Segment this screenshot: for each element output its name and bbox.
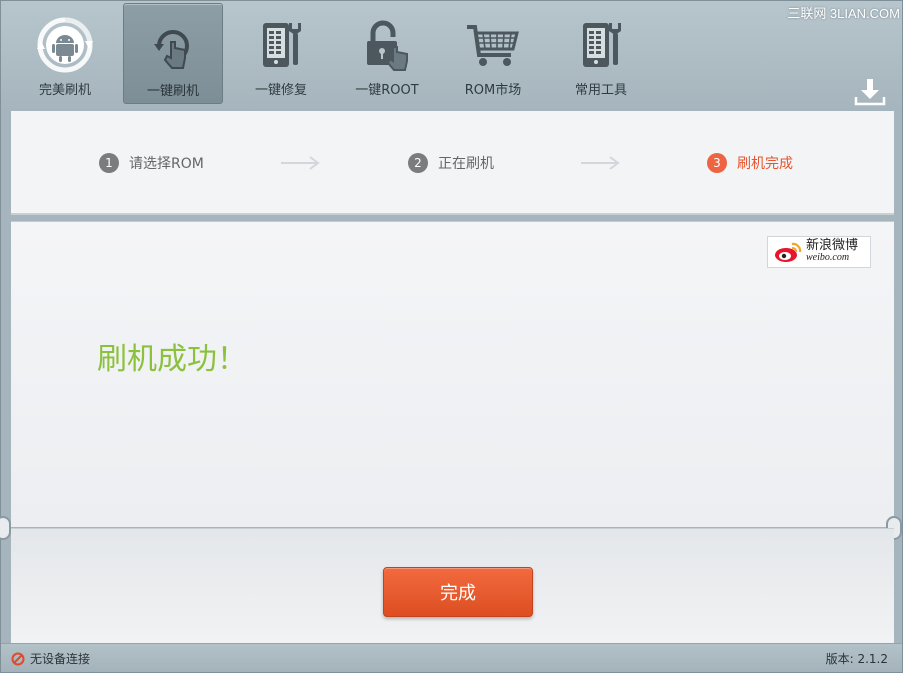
step-number: 1	[99, 153, 119, 173]
tool-label: ROM市场	[464, 83, 522, 98]
tool-one-click-repair[interactable]: 一键修复	[231, 3, 331, 104]
step-3: 3 刷机完成	[707, 153, 793, 173]
watermark-text: 三联网 3LIAN.COM	[787, 6, 900, 21]
android-refresh-icon	[37, 17, 93, 73]
tool-one-click-flash[interactable]: 一键刷机	[123, 3, 223, 104]
weibo-name: 新浪微博	[806, 238, 859, 253]
step-indicator: 1 请选择ROM 2 正在刷机 3 刷机完成	[11, 111, 894, 215]
step-1: 1 请选择ROM	[99, 153, 204, 173]
lock-hand-icon	[359, 17, 415, 73]
status-bar: 无设备连接 版本: 2.1.2	[1, 643, 902, 672]
download-icon[interactable]	[853, 77, 887, 107]
step-number: 3	[707, 153, 727, 173]
tool-label: 一键修复	[254, 83, 307, 98]
tool-rom-market[interactable]: ROM市场	[443, 3, 543, 104]
app-window: 完美刷机 一键刷机 一键修复 一键ROOT ROM市场 常用工具 三联网 3LI…	[0, 0, 903, 673]
panel-notch-left	[0, 516, 11, 540]
tool-label: 常用工具	[574, 83, 627, 98]
weibo-domain: weibo.com	[806, 252, 850, 263]
version-label: 版本: 2.1.2	[825, 652, 888, 666]
weibo-share-button[interactable]: 新浪微博 weibo.com	[767, 236, 871, 268]
finish-button[interactable]: 完成	[383, 567, 533, 617]
connection-status-text: 无设备连接	[30, 652, 91, 666]
arrow-right-icon	[281, 156, 320, 170]
tool-label: 完美刷机	[38, 83, 91, 98]
phone-tools-icon	[573, 17, 629, 73]
step-label: 请选择ROM	[129, 156, 204, 172]
no-device-icon	[11, 652, 25, 665]
tool-perfect-flash[interactable]: 完美刷机	[15, 3, 115, 104]
tool-one-click-root[interactable]: 一键ROOT	[337, 3, 437, 104]
connection-status: 无设备连接	[11, 650, 90, 667]
step-number: 2	[408, 153, 428, 173]
step-label: 正在刷机	[438, 156, 494, 172]
weibo-logo-icon	[775, 242, 802, 262]
arrow-right-icon	[581, 156, 620, 170]
tool-label: 一键ROOT	[355, 83, 419, 98]
tool-common-tools[interactable]: 常用工具	[551, 3, 651, 104]
shopping-cart-icon	[465, 17, 521, 73]
result-panel: 新浪微博 weibo.com 刷机成功！	[11, 221, 894, 527]
tool-label: 一键刷机	[146, 84, 199, 99]
toolbar: 完美刷机 一键刷机 一键修复 一键ROOT ROM市场 常用工具 三联网 3LI…	[1, 1, 903, 111]
refresh-hand-icon	[145, 18, 201, 74]
step-label: 刷机完成	[737, 156, 793, 172]
phone-wrench-icon	[253, 17, 309, 73]
success-message: 刷机成功！	[97, 342, 247, 377]
action-area: 完成	[11, 528, 894, 643]
step-2: 2 正在刷机	[408, 153, 494, 173]
